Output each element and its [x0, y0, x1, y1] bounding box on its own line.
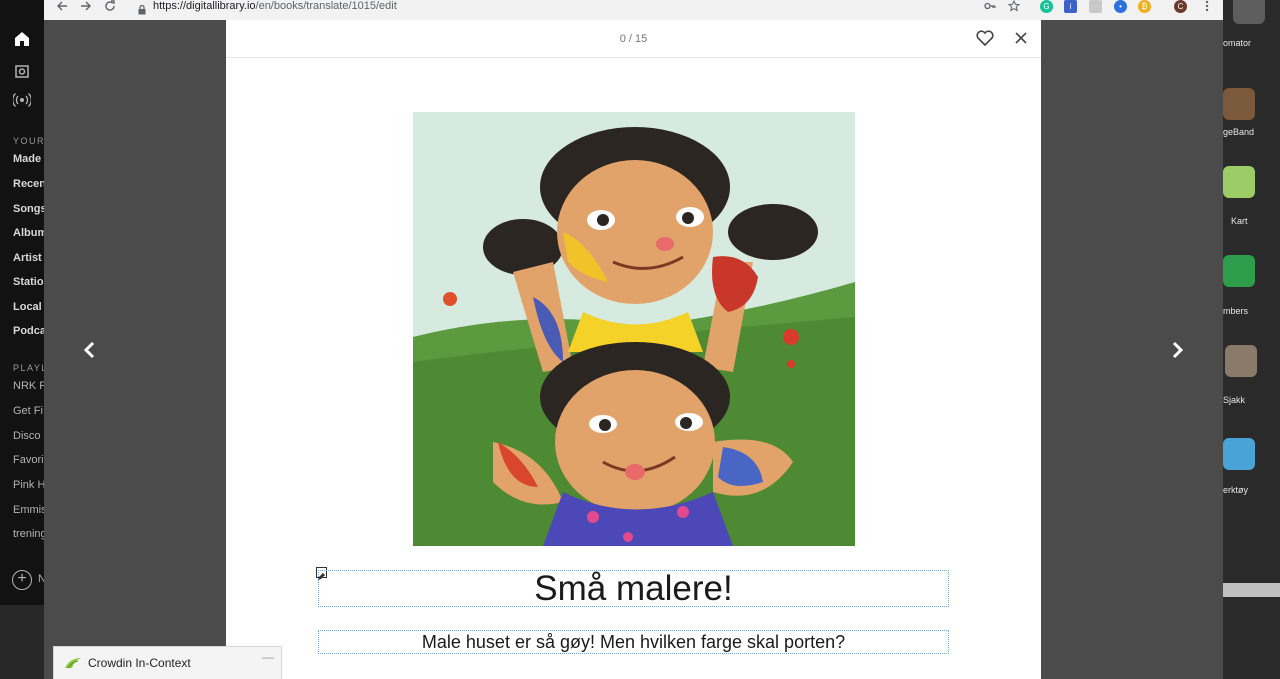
reload-icon[interactable] [102, 0, 118, 16]
grammarly-extension-icon[interactable]: G [1040, 0, 1053, 13]
playlists-section-title: PLAYL [13, 363, 48, 373]
bookmark-star-icon[interactable] [1006, 0, 1022, 16]
crowdin-logo-icon [64, 656, 82, 670]
garageband-icon [1223, 88, 1255, 120]
playlist-item[interactable]: Emmis [13, 504, 47, 516]
crowdin-panel[interactable]: Crowdin In-Context — [53, 646, 282, 679]
app-utilities[interactable]: erktøy [1223, 438, 1280, 508]
music-sidebar: YOUR Made Recen Songs Album Artist Stati… [0, 0, 48, 679]
chat-extension-icon[interactable] [1089, 0, 1102, 13]
extension-icon[interactable]: i [1064, 0, 1077, 13]
menu-dots-icon[interactable] [1199, 0, 1215, 16]
profile-avatar[interactable]: C [1174, 0, 1187, 13]
app-label: mbers [1223, 306, 1249, 316]
maps-icon [1223, 166, 1255, 198]
extension-icon[interactable]: • [1114, 0, 1127, 13]
app-label: Sjakk [1223, 395, 1246, 405]
playlist-item[interactable]: Disco [13, 430, 41, 442]
new-playlist-icon[interactable]: + [12, 570, 32, 590]
crowdin-label: Crowdin In-Context [88, 656, 191, 670]
playlist-item[interactable]: trening [13, 528, 47, 540]
reader-header: 0 / 15 [226, 20, 1041, 58]
utilities-folder-icon [1223, 438, 1255, 470]
url-path: /en/books/translate/1015/edit [255, 0, 397, 12]
chess-icon [1225, 345, 1257, 377]
url-text[interactable]: https://digitallibrary.io/en/books/trans… [153, 0, 397, 13]
close-icon[interactable] [1014, 31, 1028, 45]
sidebar-item-songs[interactable]: Songs [13, 203, 47, 215]
browser-toolbar: https://digitallibrary.io/en/books/trans… [44, 0, 1223, 20]
app-garageband[interactable]: geBand [1223, 88, 1280, 158]
sidebar-item-local[interactable]: Local [13, 301, 42, 313]
app-label: geBand [1223, 127, 1255, 137]
next-page-icon[interactable] [1165, 338, 1189, 362]
extension-icon[interactable]: ₿ [1138, 0, 1151, 13]
playlist-item[interactable]: Pink H [13, 479, 45, 491]
url-host: https://digitallibrary.io [153, 0, 256, 12]
translatable-text[interactable]: Male huset er så gøy! Men hvilken farge … [318, 630, 949, 654]
app-label: Kart [1231, 216, 1248, 226]
app-maps[interactable]: Kart [1223, 166, 1280, 236]
app-chess[interactable]: Sjakk [1223, 345, 1280, 415]
sidebar-item-artists[interactable]: Artist [13, 252, 42, 264]
key-icon[interactable] [982, 0, 998, 16]
minimize-icon[interactable]: — [262, 650, 274, 664]
sidebar-item-made[interactable]: Made [13, 153, 41, 165]
playlist-item[interactable]: NRK F [13, 380, 46, 392]
sidebar-item-recent[interactable]: Recen [13, 178, 46, 190]
sidebar-item-stations[interactable]: Statio [13, 276, 44, 288]
desktop-apps: omator geBand Kart mbers Sjakk erktøy [1223, 0, 1280, 679]
app-label: omator [1223, 38, 1252, 48]
window-edge [1223, 583, 1280, 597]
sidebar-footer [0, 605, 48, 679]
book-page-text: Male huset er så gøy! Men hvilken farge … [421, 632, 846, 652]
home-icon[interactable] [12, 30, 32, 50]
forward-icon[interactable] [78, 0, 94, 16]
book-reader: 0 / 15 Små malere! Male huset er så gøy!… [226, 20, 1041, 679]
book-illustration [413, 112, 855, 546]
library-section-title: YOUR [13, 136, 46, 146]
page-counter: 0 / 15 [619, 33, 648, 45]
heart-icon[interactable] [976, 30, 994, 47]
sidebar-item-albums[interactable]: Album [13, 227, 47, 239]
book-page-title: Små malere! [534, 569, 733, 608]
back-icon[interactable] [54, 0, 70, 16]
browse-icon[interactable] [12, 62, 32, 82]
app-automator[interactable]: omator [1223, 0, 1280, 70]
translatable-title[interactable]: Små malere! [318, 570, 949, 607]
playlist-item[interactable]: Get Fi [13, 405, 43, 417]
previous-page-icon[interactable] [78, 338, 102, 362]
app-label: erktøy [1223, 485, 1249, 495]
playlist-item[interactable]: Favori [13, 454, 44, 466]
sidebar-item-podcasts[interactable]: Podca [13, 325, 46, 337]
lock-icon [138, 2, 146, 15]
automator-icon [1233, 0, 1265, 24]
numbers-icon [1223, 255, 1255, 287]
browser-window: https://digitallibrary.io/en/books/trans… [44, 0, 1223, 679]
radio-icon[interactable] [12, 91, 32, 111]
app-numbers[interactable]: mbers [1223, 255, 1280, 325]
